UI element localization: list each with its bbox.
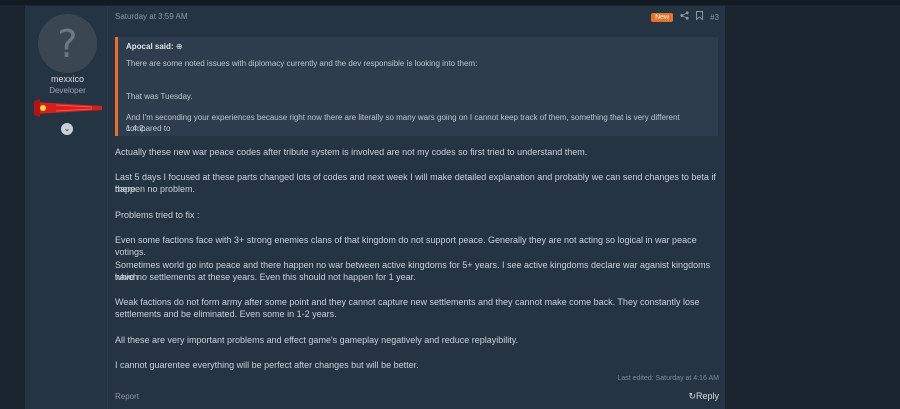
avatar[interactable]: ?	[38, 14, 97, 73]
reply-button[interactable]: ↻Reply	[688, 391, 719, 402]
last-edited-note: Last edited: Saturday at 4:16 AM	[617, 375, 719, 382]
quote-line: That was Tuesday.	[126, 92, 193, 101]
post-paragraph: I cannot guarentee everything will be pe…	[115, 360, 419, 370]
username[interactable]: mexxico	[25, 74, 110, 84]
forum-post: ? mexxico Developer ⌄ Saturday at 3:59 A…	[25, 6, 725, 409]
post-date[interactable]: Saturday at 3:59 AM	[115, 12, 188, 21]
post-main: Saturday at 3:59 AM New #3 Apocal said: …	[108, 6, 725, 409]
post-paragraph: Even some factions face with 3+ strong e…	[115, 235, 697, 257]
share-icon[interactable]	[680, 11, 689, 23]
top-strip	[0, 0, 900, 5]
reply-label: Reply	[695, 391, 719, 401]
avatar-placeholder-icon: ?	[57, 21, 78, 66]
developer-banner-icon	[34, 99, 102, 117]
post-paragraph: have no settlements at these years. Even…	[115, 272, 416, 282]
quote-line: There are some noted issues with diploma…	[126, 59, 478, 68]
post-paragraph: settlements and be eliminated. Even some…	[115, 309, 337, 319]
user-title: Developer	[49, 86, 86, 95]
post-paragraph: All these are very important problems an…	[115, 335, 519, 345]
bookmark-icon[interactable]	[696, 11, 704, 23]
quote-author[interactable]: Apocal said: ⊕	[126, 42, 183, 51]
post-header-actions: New #3	[651, 11, 719, 23]
jump-to-quote-icon[interactable]: ⊕	[176, 42, 183, 51]
expand-user-info-button[interactable]: ⌄	[61, 123, 73, 135]
report-link[interactable]: Report	[115, 392, 139, 401]
new-badge: New	[651, 12, 674, 22]
reply-icon: ↻	[688, 392, 696, 402]
post-paragraph: Problems tried to fix :	[115, 210, 200, 220]
user-info-column: ? mexxico Developer ⌄	[25, 6, 108, 409]
quote-block: Apocal said: ⊕ There are some noted issu…	[115, 37, 718, 136]
quote-author-name: Apocal said:	[126, 42, 174, 51]
quote-line: 1.4.2.	[126, 124, 147, 133]
post-paragraph: happen no problem.	[115, 184, 196, 194]
post-paragraph: Actually these new war peace codes after…	[115, 147, 588, 157]
post-paragraph: Weak factions do not form army after som…	[115, 297, 700, 307]
post-number-link[interactable]: #3	[710, 13, 719, 22]
